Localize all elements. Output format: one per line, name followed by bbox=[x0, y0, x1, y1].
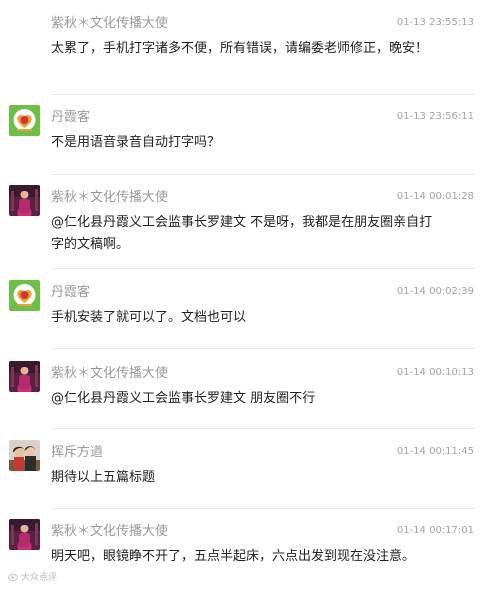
comment-time: 01-14 00:17:01 bbox=[396, 525, 474, 536]
avatar[interactable] bbox=[9, 361, 40, 392]
comment-author[interactable]: 挥斥方遒 bbox=[51, 444, 103, 461]
comment-divider bbox=[51, 508, 475, 509]
avatar[interactable] bbox=[9, 280, 40, 311]
avatar[interactable] bbox=[9, 440, 40, 471]
comment-text: 手机安装了就可以了。文档也可以 bbox=[51, 310, 247, 325]
comment-time: 01-14 00:11:45 bbox=[396, 446, 474, 457]
avatar[interactable] bbox=[9, 519, 40, 550]
comment-author[interactable]: 紫秋＊文化传播大使 bbox=[51, 365, 168, 382]
comment-divider bbox=[51, 94, 475, 95]
comment-author[interactable]: 紫秋＊文化传播大使 bbox=[51, 523, 168, 540]
comment-text: @仁化县丹霞义工会监事长罗建文 朋友圈不行 bbox=[51, 391, 316, 406]
comment-time: 01-14 00:10:13 bbox=[396, 367, 474, 378]
avatar[interactable] bbox=[9, 185, 40, 216]
comment-author[interactable]: 紫秋＊文化传播大使 bbox=[51, 189, 168, 206]
comment-divider bbox=[51, 268, 475, 269]
comment-time: 01-14 00:01:28 bbox=[396, 191, 474, 202]
comment-text: @仁化县丹霞义工会监事长罗建文 不是呀，我都是在朋友圈亲自打字的文稿啊。 bbox=[51, 215, 433, 252]
comment-time: 01-13 23:55:13 bbox=[396, 17, 474, 28]
comment-divider bbox=[51, 174, 475, 175]
comment-author[interactable]: 丹霞客 bbox=[51, 284, 90, 301]
watermark-text: 大众点评 bbox=[21, 573, 58, 583]
comment-text: 太累了，手机打字诸多不便，所有错误，请编委老师修正，晚安！ bbox=[51, 41, 429, 56]
avatar[interactable] bbox=[9, 105, 40, 136]
comment-text: 明天吧，眼镜睁不开了，五点半起床，六点出发到现在没注意。 bbox=[51, 549, 416, 564]
comment-author[interactable]: 丹霞客 bbox=[51, 109, 90, 126]
weibo-icon bbox=[8, 574, 18, 581]
comment-time: 01-13 23:56:11 bbox=[396, 111, 474, 122]
comment-text: 不是用语音录音自动打字吗？ bbox=[51, 135, 221, 150]
comment-divider bbox=[51, 348, 475, 349]
watermark: 大众点评 bbox=[8, 570, 57, 583]
comment-time: 01-14 00:02:39 bbox=[396, 286, 474, 297]
comment-text: 期待以上五篇标题 bbox=[51, 470, 156, 485]
avatar[interactable] bbox=[9, 13, 40, 44]
comment-author[interactable]: 紫秋＊文化传播大使 bbox=[51, 15, 168, 32]
comment-divider bbox=[51, 428, 475, 429]
